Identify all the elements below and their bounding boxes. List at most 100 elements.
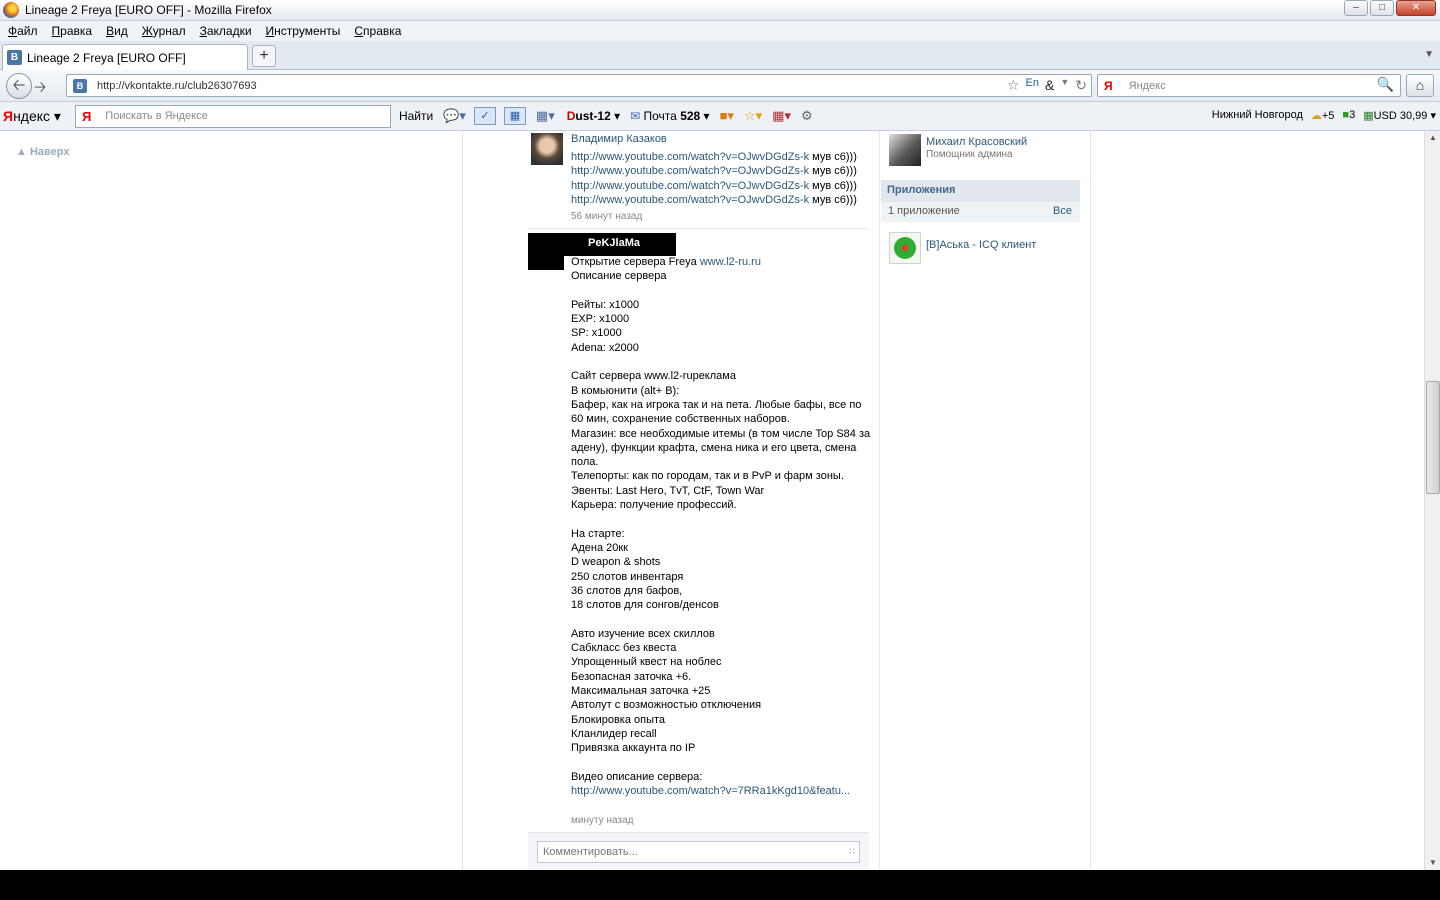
icq-app-icon[interactable] — [889, 232, 921, 264]
spellcheck-icon[interactable]: ✓ — [473, 107, 496, 125]
avatar[interactable] — [531, 133, 563, 165]
tab-label: Lineage 2 Freya [EURO OFF] — [27, 50, 186, 65]
icq-flower-icon — [894, 237, 916, 259]
tab-lineage[interactable]: B Lineage 2 Freya [EURO OFF] — [2, 44, 248, 70]
yandex-widgets-right: Нижний Новгород ☁+5 ■3 ▦USD 30,99 ▾ — [1212, 109, 1436, 122]
ad-banner[interactable]: PeKJlaMa — [528, 233, 676, 256]
yandex-logo[interactable]: Яндекс ▾ — [3, 108, 61, 125]
mail-icon: ✉ — [630, 109, 641, 123]
admin-role: Помощник админа — [926, 149, 1013, 160]
yandex-search-input[interactable]: Я Поискать в Яндексе — [74, 104, 391, 128]
mail-widget[interactable]: ✉ Почта 528 ▾ — [630, 109, 709, 123]
yandex-find-button[interactable]: Найти — [399, 109, 433, 123]
youtube-link[interactable]: http://www.youtube.com/watch?v=OJwvDGdZs… — [571, 194, 809, 206]
menu-tools[interactable]: Инструменты — [266, 24, 341, 38]
menu-help[interactable]: Справка — [354, 24, 401, 38]
menu-file[interactable]: Файл — [8, 24, 38, 38]
comment-area: Комментировать... ∷ — [528, 832, 869, 870]
language-icon[interactable]: En — [1026, 77, 1039, 94]
speech-bubble-icon[interactable]: 💬▾ — [443, 108, 466, 124]
server-link[interactable]: www.l2-ru.ru — [700, 256, 761, 268]
scroll-down-arrow-icon[interactable]: ▼ — [1425, 856, 1440, 870]
menu-view[interactable]: Вид — [106, 24, 128, 38]
apps-all-link[interactable]: Все — [1053, 205, 1072, 217]
tab-bar: B Lineage 2 Freya [EURO OFF] + ▼ — [0, 41, 1440, 70]
post-line: http://www.youtube.com/watch?v=OJwvDGdZs… — [571, 194, 857, 207]
os-taskbar — [0, 870, 1440, 900]
page-content: ▲ Наверх Владимир Казаков http://www.you… — [0, 131, 1440, 870]
resize-grip-icon[interactable]: ∷ — [849, 846, 855, 857]
admin-name[interactable]: Михаил Красовский — [926, 136, 1027, 148]
url-bar[interactable]: B http://vkontakte.ru/club26307693 ☆ En … — [66, 74, 1092, 97]
navigation-bar: 🡠 🡢 B http://vkontakte.ru/club26307693 ☆… — [0, 70, 1440, 102]
close-window-button[interactable]: ✕ — [1396, 0, 1436, 16]
post-text: http://www.youtube.com/watch?v=OJwvDGdZs… — [571, 150, 857, 208]
weather-cloud-icon: ☁ — [1310, 110, 1322, 122]
ad-avatar[interactable] — [528, 256, 564, 270]
bookmark-star-icon[interactable]: ☆ — [1007, 77, 1020, 94]
yandex-toolbar: Яндекс ▾ Я Поискать в Яндексе Найти 💬▾ ✓… — [0, 102, 1440, 131]
post-separator — [528, 228, 869, 229]
favorites-star-icon[interactable]: ☆▾ — [744, 108, 762, 124]
app-name-link[interactable]: [B]Аська - ICQ клиент — [926, 239, 1036, 251]
url-bar-icons: ☆ En & ▼ ↻ — [1007, 77, 1087, 94]
yandex-icon: Я — [81, 108, 92, 124]
new-tab-button[interactable]: + — [252, 45, 276, 67]
post-timestamp[interactable]: минуту назад — [571, 815, 633, 826]
settings-gear-icon[interactable]: ⚙ — [801, 108, 813, 124]
scroll-top-link[interactable]: ▲ Наверх — [16, 146, 69, 158]
post-line: http://www.youtube.com/watch?v=OJwvDGdZs… — [571, 165, 857, 178]
market-icon[interactable]: ■▾ — [720, 108, 734, 124]
window-titlebar: Lineage 2 Freya [EURO OFF] - Mozilla Fir… — [0, 0, 1440, 21]
forward-button[interactable]: 🡢 — [34, 77, 46, 102]
reload-icon[interactable]: ↻ — [1075, 77, 1087, 94]
comment-input[interactable]: Комментировать... ∷ — [537, 841, 860, 863]
books-icon[interactable]: ▦▾ — [772, 108, 791, 124]
minimize-button[interactable]: – — [1344, 0, 1368, 16]
firefox-logo-icon — [3, 2, 19, 18]
currency-icon: ▦ — [1363, 110, 1374, 122]
search-bar[interactable]: Я Яндекс 🔍 — [1097, 74, 1401, 97]
post-line: http://www.youtube.com/watch?v=OJwvDGdZs… — [571, 151, 857, 163]
column-divider-middle — [879, 131, 880, 870]
video-link[interactable]: http://www.youtube.com/watch?v=7RRa1kKgd… — [571, 785, 850, 797]
back-button[interactable]: 🡠 — [6, 73, 32, 99]
search-engine-icon[interactable]: Я — [1104, 79, 1113, 93]
column-divider-right — [1090, 131, 1091, 870]
youtube-link[interactable]: http://www.youtube.com/watch?v=OJwvDGdZs… — [571, 165, 809, 177]
post-line: http://www.youtube.com/watch?v=OJwvDGdZs… — [571, 179, 857, 192]
youtube-link[interactable]: http://www.youtube.com/watch?v=OJwvDGdZs… — [571, 151, 809, 163]
avatar[interactable] — [889, 134, 921, 166]
post-timestamp[interactable]: 56 минут назад — [571, 211, 642, 222]
column-divider-left — [462, 131, 463, 870]
home-button[interactable]: ⌂ — [1406, 74, 1434, 97]
traffic-widget[interactable]: ■3 — [1342, 109, 1355, 122]
youtube-link[interactable]: http://www.youtube.com/watch?v=OJwvDGdZs… — [571, 180, 809, 192]
dropdown-chevron-icon[interactable]: ▼ — [1060, 77, 1069, 94]
yandex-search-placeholder: Поискать в Яндексе — [105, 110, 208, 122]
city-label[interactable]: Нижний Новгород — [1212, 109, 1303, 122]
maximize-button[interactable]: □ — [1370, 0, 1394, 16]
menu-bar: Файл Правка Вид Журнал Закладки Инструме… — [0, 21, 1440, 41]
grid-icon[interactable]: ▦▾ — [536, 108, 555, 124]
post-author[interactable]: Владимир Казаков — [571, 133, 667, 145]
dust-widget[interactable]: Dust-12 ▾ — [567, 109, 620, 123]
translate-icon[interactable]: ▦ — [503, 107, 526, 125]
scroll-up-arrow-icon[interactable]: ▲ — [1425, 131, 1440, 145]
menu-history[interactable]: Журнал — [142, 24, 186, 38]
url-text[interactable]: http://vkontakte.ru/club26307693 — [97, 80, 257, 92]
page-scrollbar[interactable]: ▲ ▼ — [1424, 131, 1440, 870]
menu-edit[interactable]: Правка — [52, 24, 93, 38]
post-body: Открытие сервера Freya www.l2-ru.ru Опис… — [571, 256, 871, 797]
currency-widget[interactable]: ▦USD 30,99 ▾ — [1363, 109, 1436, 122]
weather-widget[interactable]: ☁+5 — [1311, 109, 1335, 122]
search-input[interactable]: Яндекс — [1129, 80, 1166, 92]
ampersand-icon[interactable]: & — [1045, 77, 1054, 94]
scroll-thumb[interactable] — [1426, 381, 1440, 494]
search-icon[interactable]: 🔍 — [1377, 76, 1394, 93]
apps-count: 1 приложение — [888, 205, 960, 217]
menu-bookmarks[interactable]: Закладки — [200, 24, 252, 38]
apps-heading[interactable]: Приложения — [881, 180, 1080, 202]
vk-favicon-icon: B — [7, 50, 22, 65]
tab-list-chevron-icon[interactable]: ▼ — [1424, 49, 1434, 60]
